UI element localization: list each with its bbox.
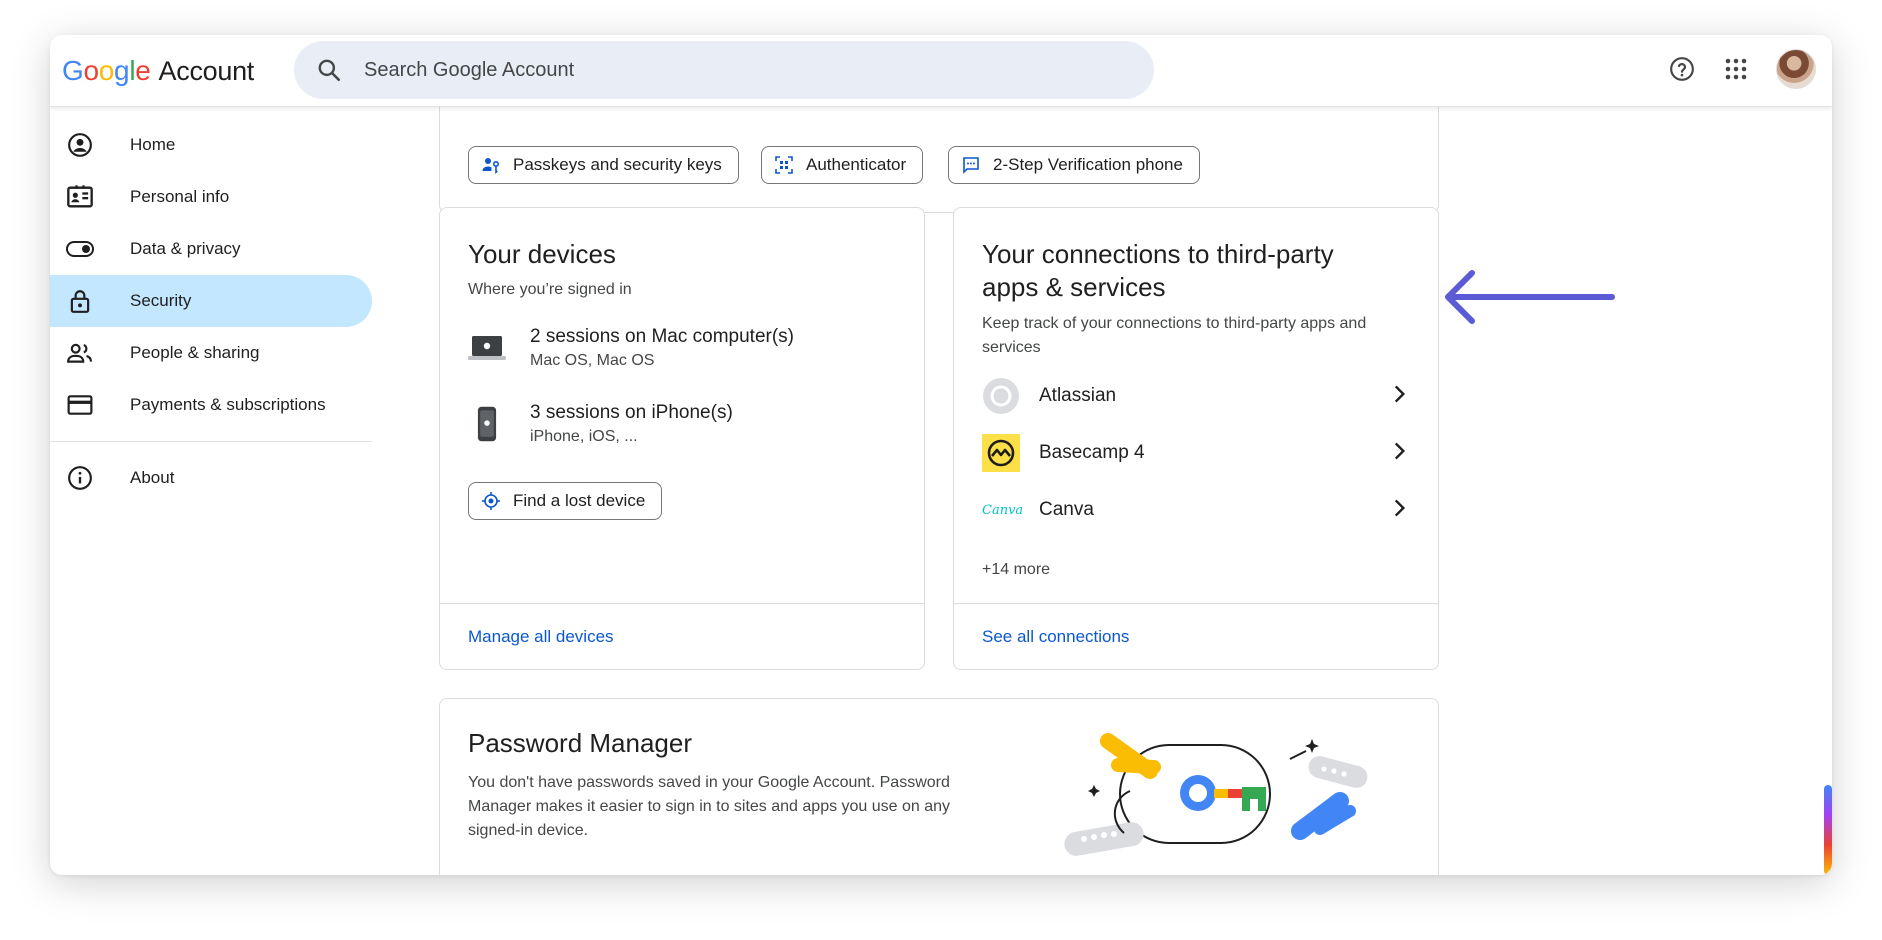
search-placeholder: Search Google Account [364,58,575,81]
more-connections-count: +14 more [982,561,1051,578]
iphone-sessions-row[interactable]: 3 sessions on iPhone(s) iPhone, iOS, ... [468,402,733,446]
sidebar-item-label: Security [130,291,192,310]
avatar[interactable] [1776,49,1816,89]
sidebar-item-label: About [130,468,175,487]
laptop-icon [468,334,506,362]
session-detail: iPhone, iOS, ... [530,428,638,445]
session-title: 2 sessions on Mac computer(s) [530,326,794,347]
id-card-icon [66,183,94,211]
connections-subtitle: Keep track of your connections to third-… [982,315,1367,356]
chevron-right-icon [1386,438,1412,469]
mac-sessions-row[interactable]: 2 sessions on Mac computer(s) Mac OS, Ma… [468,326,794,370]
search-icon [316,57,342,83]
credit-card-icon [66,391,94,419]
sidebar-item-about[interactable]: About [50,452,372,504]
connection-item-canva[interactable]: Canva Canva [982,490,1412,530]
manage-all-devices-link[interactable]: Manage all devices [468,627,614,647]
sidebar-item-label: People & sharing [130,343,260,362]
connections-card: Your connections to third-party apps & s… [953,207,1439,670]
google-account-logo[interactable]: Go o g l e Account [62,51,254,91]
phone-icon [468,405,506,443]
passkey-icon [481,155,501,175]
sidebar-item-label: Home [130,135,176,154]
password-manager-title: Password Manager [468,728,692,758]
apps-grid-icon[interactable] [1722,55,1750,83]
session-title: 3 sessions on iPhone(s) [530,402,733,423]
scrollbar[interactable] [1824,785,1832,875]
devices-card: Your devices Where you’re signed in 2 se… [439,207,925,670]
sidebar-item-home[interactable]: Home [50,119,372,171]
devices-subtitle: Where you’re signed in [468,281,632,298]
atlassian-logo [982,377,1020,415]
connections-footer: See all connections [954,603,1438,669]
see-all-connections-link[interactable]: See all connections [982,627,1129,647]
find-lost-device-label: Find a lost device [513,491,646,510]
devices-footer: Manage all devices [440,603,924,669]
chip-label: Passkeys and security keys [513,155,722,174]
chevron-right-icon [1386,495,1412,526]
session-detail: Mac OS, Mac OS [530,352,655,369]
locate-icon [481,491,501,511]
password-manager-body: You don't have passwords saved in your G… [468,774,951,839]
sidebar-item-label: Personal info [130,187,230,206]
sidebar-divider [50,441,372,442]
sidebar-item-data-privacy[interactable]: Data & privacy [50,223,372,275]
toggle-icon [66,235,94,263]
sidebar-item-payments[interactable]: Payments & subscriptions [50,379,372,431]
info-icon [66,464,94,492]
connections-title: Your connections to third-party apps & s… [982,239,1334,302]
chip-label: Authenticator [806,155,907,174]
people-icon [66,339,94,367]
search-input[interactable]: Search Google Account [294,41,1154,99]
sidebar-item-people-sharing[interactable]: People & sharing [50,327,372,379]
password-manager-card: Password Manager You don't have password… [439,698,1439,875]
sidebar-item-security[interactable]: Security [50,275,372,327]
find-lost-device-button[interactable]: Find a lost device [468,482,663,520]
sidebar-item-personal-info[interactable]: Personal info [50,171,372,223]
two-step-phone-chip[interactable]: 2-Step Verification phone [948,146,1200,184]
sidebar: Home Personal info Data & privacy Securi… [50,107,372,504]
home-icon [66,131,94,159]
connection-item-atlassian[interactable]: Atlassian [982,376,1412,416]
chevron-right-icon [1386,381,1412,412]
passkeys-chip[interactable]: Passkeys and security keys [468,146,739,184]
annotation-arrow-icon [1445,270,1615,324]
connection-item-basecamp[interactable]: Basecamp 4 [982,433,1412,473]
devices-title: Your devices [468,239,616,269]
basecamp-logo [982,434,1020,472]
canva-logo: Canva [982,502,1024,518]
browser-window: GoogleAccount Search Google Account [50,35,1832,875]
logo-account-text: Account [158,55,255,86]
sidebar-item-label: Payments & subscriptions [130,395,326,414]
qr-icon [774,155,794,175]
top-bar: Go o g l e Account Search Google Account [50,35,1832,107]
connection-name: Basecamp 4 [1039,442,1145,463]
sidebar-item-label: Data & privacy [130,239,241,258]
chip-label: 2-Step Verification phone [993,155,1183,174]
connection-name: Canva [1039,499,1094,520]
connection-name: Atlassian [1039,385,1117,406]
message-icon [961,155,981,175]
help-icon[interactable] [1668,55,1696,83]
password-key-illustration-icon [1064,733,1368,856]
lock-icon [66,287,94,315]
authenticator-chip[interactable]: Authenticator [761,146,924,184]
